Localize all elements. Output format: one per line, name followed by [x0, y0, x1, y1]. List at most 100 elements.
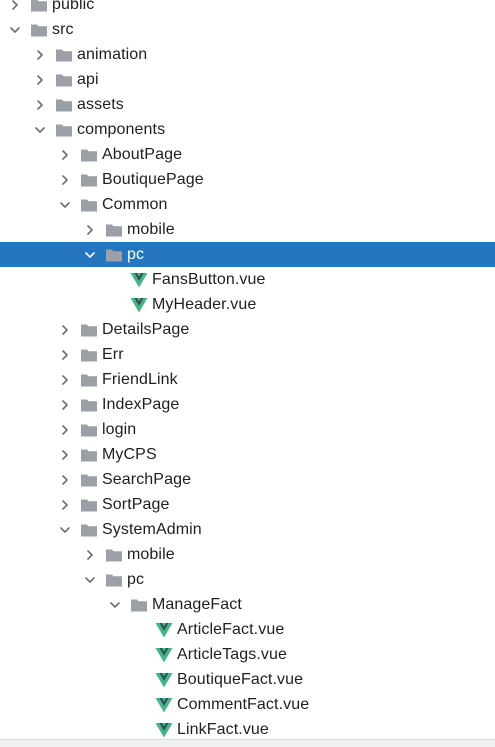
folder-icon	[80, 497, 98, 513]
chevron-right-icon[interactable]	[58, 448, 72, 462]
tree-folder-indexpage[interactable]: IndexPage	[0, 392, 495, 417]
tree-folder-common[interactable]: Common	[0, 192, 495, 217]
tree-folder-api[interactable]: api	[0, 67, 495, 92]
folder-icon	[80, 322, 98, 338]
chevron-down-icon[interactable]	[58, 523, 72, 537]
vue-file-icon	[155, 697, 173, 713]
tree-item-label: public	[52, 0, 95, 13]
tree-folder-assets[interactable]: assets	[0, 92, 495, 117]
tree-file-articlefact-vue[interactable]: ArticleFact.vue	[0, 617, 495, 642]
tree-item-label: mobile	[127, 221, 175, 238]
tree-folder-mobile[interactable]: mobile	[0, 217, 495, 242]
tree-folder-animation[interactable]: animation	[0, 42, 495, 67]
vue-file-icon	[130, 272, 148, 288]
horizontal-scrollbar[interactable]	[0, 739, 495, 747]
tree-file-commentfact-vue[interactable]: CommentFact.vue	[0, 692, 495, 717]
folder-icon	[55, 72, 73, 88]
folder-icon	[30, 22, 48, 38]
chevron-down-icon[interactable]	[108, 598, 122, 612]
tree-folder-systemadmin[interactable]: SystemAdmin	[0, 517, 495, 542]
folder-icon	[80, 172, 98, 188]
tree-folder-boutiquepage[interactable]: BoutiquePage	[0, 167, 495, 192]
chevron-down-icon[interactable]	[8, 23, 22, 37]
tree-folder-pc[interactable]: pc	[0, 567, 495, 592]
chevron-right-icon[interactable]	[58, 473, 72, 487]
folder-icon	[30, 0, 48, 13]
tree-item-label: src	[52, 21, 74, 38]
tree-folder-mycps[interactable]: MyCPS	[0, 442, 495, 467]
chevron-right-icon[interactable]	[33, 98, 47, 112]
folder-icon	[80, 397, 98, 413]
tree-item-label: CommentFact.vue	[177, 696, 310, 713]
tree-folder-managefact[interactable]: ManageFact	[0, 592, 495, 617]
tree-folder-friendlink[interactable]: FriendLink	[0, 367, 495, 392]
chevron-right-icon[interactable]	[58, 148, 72, 162]
chevron-right-icon[interactable]	[58, 323, 72, 337]
chevron-right-icon[interactable]	[58, 373, 72, 387]
tree-item-label: AboutPage	[102, 146, 183, 163]
chevron-right-icon[interactable]	[58, 498, 72, 512]
folder-icon	[80, 372, 98, 388]
chevron-right-icon[interactable]	[33, 48, 47, 62]
tree-item-label: FansButton.vue	[152, 271, 266, 288]
tree-item-label: ArticleTags.vue	[177, 646, 287, 663]
chevron-right-icon[interactable]	[83, 223, 97, 237]
tree-folder-err[interactable]: Err	[0, 342, 495, 367]
vue-file-icon	[155, 722, 173, 738]
tree-folder-public[interactable]: public	[0, 0, 495, 17]
tree-item-label: MyCPS	[102, 446, 157, 463]
tree-item-label: components	[77, 121, 166, 138]
folder-icon	[80, 347, 98, 363]
vue-file-icon	[155, 672, 173, 688]
chevron-right-icon[interactable]	[33, 73, 47, 87]
tree-file-boutiquefact-vue[interactable]: BoutiqueFact.vue	[0, 667, 495, 692]
tree-item-label: DetailsPage	[102, 321, 190, 338]
tree-folder-components[interactable]: components	[0, 117, 495, 142]
tree-folder-aboutpage[interactable]: AboutPage	[0, 142, 495, 167]
chevron-right-icon[interactable]	[58, 348, 72, 362]
tree-file-articletags-vue[interactable]: ArticleTags.vue	[0, 642, 495, 667]
tree-folder-src[interactable]: src	[0, 17, 495, 42]
chevron-down-icon[interactable]	[58, 198, 72, 212]
tree-item-label: MyHeader.vue	[152, 296, 257, 313]
folder-icon	[130, 597, 148, 613]
chevron-right-icon[interactable]	[58, 398, 72, 412]
chevron-right-icon[interactable]	[83, 548, 97, 562]
tree-item-label: IndexPage	[102, 396, 180, 413]
tree-folder-login[interactable]: login	[0, 417, 495, 442]
folder-icon	[55, 122, 73, 138]
tree-file-myheader-vue[interactable]: MyHeader.vue	[0, 292, 495, 317]
tree-folder-sortpage[interactable]: SortPage	[0, 492, 495, 517]
tree-folder-searchpage[interactable]: SearchPage	[0, 467, 495, 492]
tree-folder-mobile[interactable]: mobile	[0, 542, 495, 567]
tree-item-label: ArticleFact.vue	[177, 621, 285, 638]
tree-item-label: Err	[102, 346, 124, 363]
folder-icon	[105, 547, 123, 563]
tree-item-label: pc	[127, 246, 145, 263]
tree-file-fansbutton-vue[interactable]: FansButton.vue	[0, 267, 495, 292]
chevron-right-icon[interactable]	[58, 423, 72, 437]
folder-icon	[80, 422, 98, 438]
tree-item-label: FriendLink	[102, 371, 178, 388]
folder-icon	[80, 197, 98, 213]
folder-icon	[55, 97, 73, 113]
tree-item-label: pc	[127, 571, 145, 588]
tree-item-label: mobile	[127, 546, 175, 563]
tree-folder-detailspage[interactable]: DetailsPage	[0, 317, 495, 342]
tree-item-label: SortPage	[102, 496, 170, 513]
chevron-down-icon[interactable]	[83, 573, 97, 587]
project-file-tree: public src animation api assets components Abo…	[0, 0, 495, 747]
chevron-right-icon[interactable]	[58, 173, 72, 187]
tree-item-label: animation	[77, 46, 148, 63]
chevron-down-icon[interactable]	[33, 123, 47, 137]
tree-folder-pc[interactable]: pc	[0, 242, 495, 267]
chevron-down-icon[interactable]	[83, 248, 97, 262]
chevron-right-icon[interactable]	[8, 0, 22, 12]
folder-icon	[80, 472, 98, 488]
